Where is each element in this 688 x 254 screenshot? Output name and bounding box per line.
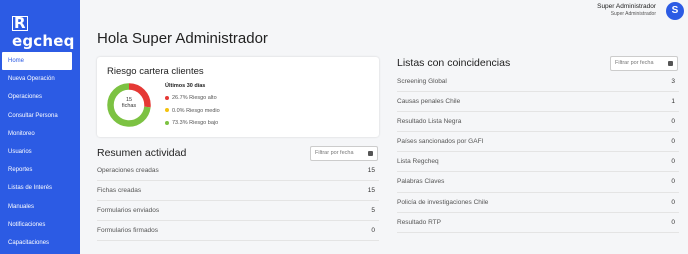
sidebar-item-home[interactable]: Home (2, 52, 72, 71)
legend-dot-low (165, 120, 169, 125)
sidebar-item-monitoreo[interactable]: Monitoreo (0, 125, 80, 143)
risk-legend: 26.7% Riesgo alto 0.0% Riesgo medio 73.3… (165, 94, 220, 132)
sidebar-item-operaciones[interactable]: Operaciones (0, 88, 80, 106)
activity-row-label: Formularios enviados (97, 207, 160, 214)
legend-dot-medium (165, 108, 169, 113)
avatar[interactable]: S (666, 2, 684, 20)
sidebar: Regcheq Home Nueva Operación Operaciones… (0, 0, 80, 254)
legend-label-medium: 0.0% Riesgo medio (172, 107, 220, 114)
sidebar-item-usuarios[interactable]: Usuarios (0, 143, 80, 161)
risk-card: Riesgo cartera clientes 15 fichas Último… (97, 57, 379, 137)
legend-item-low: 73.3% Riesgo bajo (165, 119, 220, 132)
list-item-value: 1 (671, 98, 675, 106)
legend-label-low: 73.3% Riesgo bajo (172, 120, 219, 126)
sidebar-item-reportes[interactable]: Reportes (0, 161, 80, 179)
list-item-label: Screening Global (397, 78, 447, 85)
risk-card-title: Riesgo cartera clientes (107, 66, 204, 77)
regcheq-logo[interactable]: Regcheq (12, 14, 80, 50)
legend-item-high: 26.7% Riesgo alto (165, 94, 220, 107)
donut-center-label: 15 fichas (107, 97, 151, 109)
legend-dot-high (165, 95, 169, 100)
lists-filter-placeholder: Filtrar por fecha (615, 60, 654, 66)
list-item-value: 0 (671, 118, 675, 126)
list-item-label: Resultado Lista Negra (397, 118, 462, 126)
logo-mark: R (12, 14, 28, 32)
activity-date-filter[interactable]: Filtrar por fecha (310, 146, 378, 161)
sidebar-item-listas-de-interes[interactable]: Listas de Interés (0, 179, 80, 197)
sidebar-item-nueva-operacion[interactable]: Nueva Operación (0, 70, 80, 88)
list-item: Screening Global 3 (397, 72, 679, 93)
list-item: Causas penales Chile 1 (397, 92, 679, 113)
donut-unit: fichas (121, 103, 137, 109)
activity-row-value: 15 (367, 187, 375, 194)
sidebar-item-manuales[interactable]: Manuales (0, 198, 80, 216)
list-item-label: Causas penales Chile (397, 98, 461, 106)
list-item-value: 0 (671, 198, 675, 206)
activity-filter-placeholder: Filtrar por fecha (315, 150, 354, 156)
list-item-value: 0 (671, 218, 675, 226)
list-item-value: 0 (671, 178, 675, 186)
logo-text: egcheq (12, 32, 75, 50)
list-item-label: Países sancionados por GAFI (397, 138, 484, 146)
list-item-label: Lista Regcheq (397, 158, 439, 166)
risk-period: Últimos 30 días (165, 83, 206, 89)
lists-date-filter[interactable]: Filtrar por fecha (610, 56, 678, 71)
list-item-label: Resultado RTP (397, 218, 441, 226)
list-item: Países sancionados por GAFI 0 (397, 132, 679, 153)
activity-row-label: Fichas creadas (97, 187, 142, 194)
activity-row: Formularios enviados 5 (97, 201, 379, 221)
activity-row-label: Formularios firmados (97, 227, 159, 234)
list-item-label: Policía de investigaciones Chile (397, 198, 489, 206)
sidebar-item-notificaciones[interactable]: Notificaciones (0, 216, 80, 234)
legend-label-high: 26.7% Riesgo alto (172, 95, 217, 101)
sidebar-item-consultar-persona[interactable]: Consultar Persona (0, 107, 80, 125)
activity-row-value: 5 (371, 207, 375, 214)
activity-row: Formularios firmados 0 (97, 221, 379, 241)
activity-row-label: Operaciones creadas (97, 167, 159, 174)
list-item-label: Palabras Claves (397, 178, 445, 186)
activity-row-value: 15 (367, 167, 375, 174)
page-title: Hola Super Administrador (97, 30, 268, 47)
sidebar-nav: Home Nueva Operación Operaciones Consult… (0, 52, 80, 252)
sidebar-item-capacitaciones[interactable]: Capacitaciones (0, 234, 80, 252)
legend-item-medium: 0.0% Riesgo medio (165, 107, 220, 120)
activity-row: Operaciones creadas 15 (97, 161, 379, 181)
lists-title: Listas con coincidencias (397, 57, 511, 69)
activity-title: Resumen actividad (97, 147, 187, 159)
calendar-icon[interactable] (668, 61, 673, 66)
user-name: Super Administrador (597, 3, 656, 10)
activity-row-value: 0 (371, 227, 375, 234)
activity-row: Fichas creadas 15 (97, 181, 379, 201)
user-info[interactable]: Super Administrador Super Administrador (597, 3, 656, 17)
activity-table: Operaciones creadas 15 Fichas creadas 15 F… (97, 161, 379, 241)
list-item: Lista Regcheq 0 (397, 152, 679, 173)
list-item-value: 0 (671, 138, 675, 146)
user-role: Super Administrador (610, 11, 656, 17)
calendar-icon[interactable] (368, 151, 373, 156)
list-item: Resultado RTP 0 (397, 213, 679, 233)
list-item: Policía de investigaciones Chile 0 (397, 193, 679, 213)
list-item: Resultado Lista Negra 0 (397, 112, 679, 133)
list-item: Palabras Claves 0 (397, 172, 679, 193)
lists-table: Screening Global 3 Causas penales Chile 1 … (397, 72, 679, 233)
list-item-value: 3 (671, 78, 675, 85)
list-item-value: 0 (671, 158, 675, 166)
